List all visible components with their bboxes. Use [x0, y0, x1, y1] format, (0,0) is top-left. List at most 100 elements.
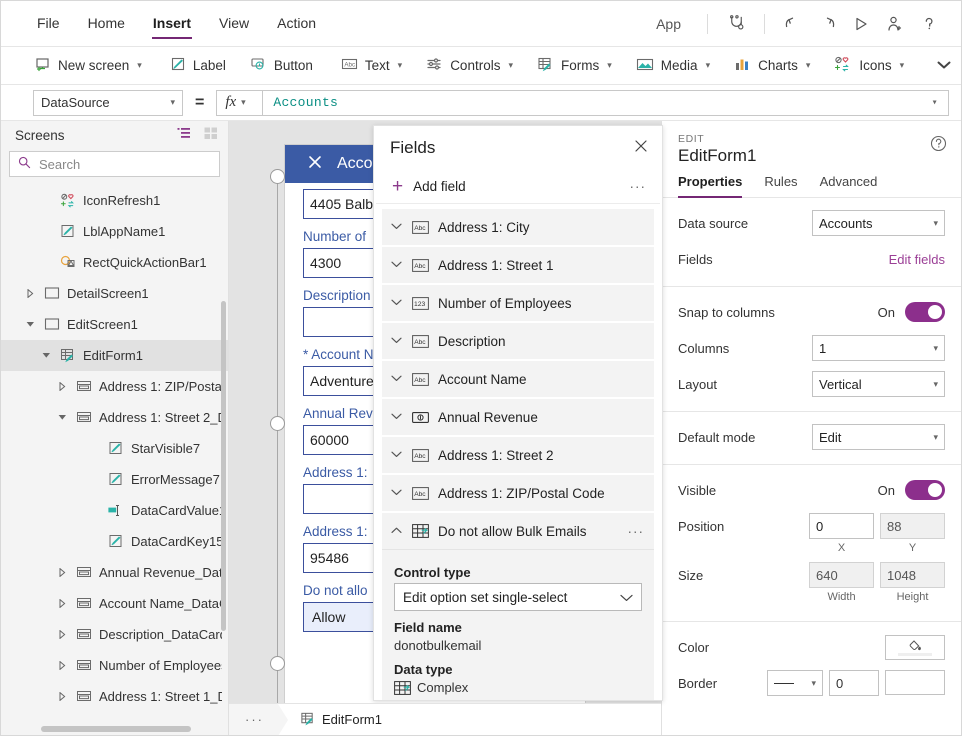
- chevron-down-icon[interactable]: [391, 336, 403, 347]
- chevron-right-icon[interactable]: [55, 568, 69, 577]
- close-icon[interactable]: [307, 154, 323, 175]
- label-button[interactable]: Label: [158, 52, 238, 80]
- forms-menu[interactable]: Forms ▾: [525, 52, 624, 80]
- field-overflow-menu-icon[interactable]: ···: [628, 524, 645, 539]
- media-menu[interactable]: Media ▾: [624, 52, 722, 80]
- menu-item-view[interactable]: View: [207, 9, 261, 39]
- share-user-icon[interactable]: [879, 9, 911, 39]
- chevron-down-icon[interactable]: [39, 352, 53, 359]
- text-menu[interactable]: Abc Text ▾: [329, 52, 414, 80]
- search-input[interactable]: Search: [9, 151, 220, 177]
- tree-node[interactable]: EditForm1: [1, 340, 228, 371]
- field-row[interactable]: Abc Address 1: City: [382, 209, 654, 245]
- columns-select[interactable]: 1 ▾: [812, 335, 945, 361]
- data-source-select[interactable]: Accounts ▾: [812, 210, 945, 236]
- charts-menu[interactable]: Charts ▾: [722, 52, 822, 80]
- overflow-menu-icon[interactable]: ···: [630, 179, 647, 194]
- chevron-down-icon[interactable]: [391, 374, 403, 385]
- tree-node[interactable]: Annual Revenue_DataCard2: [1, 557, 228, 588]
- menu-item-home[interactable]: Home: [76, 9, 137, 39]
- chevron-right-icon[interactable]: [55, 630, 69, 639]
- field-row[interactable]: Abc Address 1: Street 2: [382, 437, 654, 473]
- breadcrumb-overflow-button[interactable]: ···: [229, 703, 288, 735]
- field-row[interactable]: Abc Address 1: Street 1: [382, 247, 654, 283]
- chevron-down-icon[interactable]: [23, 321, 37, 328]
- snap-to-columns-toggle[interactable]: [905, 302, 945, 322]
- edit-fields-link[interactable]: Edit fields: [889, 252, 945, 267]
- tree-node[interactable]: Address 1: City_DataCard2: [1, 712, 228, 721]
- controls-menu[interactable]: Controls ▾: [414, 52, 525, 80]
- field-row[interactable]: Abc Address 1: ZIP/Postal Code: [382, 475, 654, 511]
- tree-node[interactable]: RectQuickActionBar1: [1, 247, 228, 278]
- chevron-down-icon[interactable]: [391, 450, 403, 461]
- tree-node[interactable]: Description_DataCard2: [1, 619, 228, 650]
- control-type-select[interactable]: Edit option set single-select: [394, 583, 642, 611]
- add-field-button[interactable]: + Add field ···: [376, 170, 660, 204]
- size-height-input[interactable]: 1048: [880, 562, 945, 588]
- visible-toggle[interactable]: [905, 480, 945, 500]
- border-width-input[interactable]: 0: [829, 670, 879, 696]
- chevron-down-icon[interactable]: [391, 412, 403, 423]
- menu-item-action[interactable]: Action: [265, 9, 328, 39]
- tree-node[interactable]: IconRefresh1: [1, 185, 228, 216]
- tree-node[interactable]: Address 1: ZIP/Postal Code_: [1, 371, 228, 402]
- tab-rules[interactable]: Rules: [764, 174, 797, 197]
- resize-handle-top[interactable]: [270, 169, 285, 184]
- tree-node-list[interactable]: IconRefresh1 LblAppName1 RectQuickActionBa…: [1, 185, 228, 721]
- tab-properties[interactable]: Properties: [678, 174, 743, 198]
- fx-button[interactable]: fx ▾: [216, 89, 263, 116]
- close-icon[interactable]: [634, 139, 648, 157]
- color-picker-button[interactable]: [885, 634, 945, 660]
- chevron-up-icon[interactable]: [391, 526, 403, 537]
- tree-horizontal-scrollbar[interactable]: [41, 726, 191, 732]
- resize-handle-middle[interactable]: [270, 416, 285, 431]
- chevron-down-icon[interactable]: [391, 222, 403, 233]
- size-width-input[interactable]: 640: [809, 562, 874, 588]
- chevron-down-icon[interactable]: [55, 414, 69, 421]
- tree-node[interactable]: Number of Employees_Data: [1, 650, 228, 681]
- resize-handle-bottom[interactable]: [270, 656, 285, 671]
- help-icon[interactable]: [913, 9, 945, 39]
- help-circle-icon[interactable]: [930, 135, 947, 155]
- new-screen-button[interactable]: New screen ▾: [23, 52, 154, 80]
- tree-node[interactable]: DetailScreen1: [1, 278, 228, 309]
- chevron-down-icon[interactable]: [391, 298, 403, 309]
- tree-node[interactable]: StarVisible7: [1, 433, 228, 464]
- chevron-down-icon[interactable]: [391, 488, 403, 499]
- tree-node[interactable]: Address 1: Street 2_DataCar: [1, 402, 228, 433]
- chevron-right-icon[interactable]: [55, 661, 69, 670]
- tab-advanced[interactable]: Advanced: [820, 174, 878, 197]
- chevron-down-icon[interactable]: [391, 260, 403, 271]
- tree-node[interactable]: Account Name_DataCard2: [1, 588, 228, 619]
- app-checker-icon[interactable]: [720, 9, 752, 39]
- breadcrumb-item-editform1[interactable]: EditForm1: [278, 711, 394, 729]
- field-row[interactable]: Abc Description: [382, 323, 654, 359]
- tree-node[interactable]: DataCardKey15: [1, 526, 228, 557]
- thumbnail-view-icon[interactable]: [204, 127, 218, 143]
- property-select[interactable]: DataSource ▾: [33, 89, 183, 116]
- chevron-right-icon[interactable]: [55, 599, 69, 608]
- chevron-right-icon[interactable]: [55, 382, 69, 391]
- field-row-header[interactable]: Do not allow Bulk Emails ···: [382, 513, 654, 549]
- menu-item-file[interactable]: File: [25, 9, 72, 39]
- border-color-button[interactable]: [885, 670, 945, 695]
- tree-node[interactable]: EditScreen1: [1, 309, 228, 340]
- field-row[interactable]: Abc Account Name: [382, 361, 654, 397]
- play-preview-icon[interactable]: [845, 9, 877, 39]
- field-row[interactable]: 123 Number of Employees: [382, 285, 654, 321]
- default-mode-select[interactable]: Edit ▾: [812, 424, 945, 450]
- icons-menu[interactable]: Icons ▾: [822, 52, 916, 80]
- formula-input[interactable]: Accounts ▾: [262, 89, 949, 116]
- tree-node[interactable]: LblAppName1: [1, 216, 228, 247]
- border-style-select[interactable]: ▾: [767, 670, 823, 696]
- chevron-down-icon[interactable]: ▾: [932, 97, 938, 109]
- menu-item-insert[interactable]: Insert: [141, 9, 203, 39]
- tree-node[interactable]: DataCardValue15: [1, 495, 228, 526]
- ribbon-overflow-button[interactable]: [922, 58, 961, 73]
- position-y-input[interactable]: 88: [880, 513, 945, 539]
- tree-node[interactable]: Address 1: Street 1_DataCar: [1, 681, 228, 712]
- button-button[interactable]: Button: [238, 52, 325, 80]
- field-row[interactable]: Annual Revenue: [382, 399, 654, 435]
- undo-icon[interactable]: [777, 9, 809, 39]
- redo-icon[interactable]: [811, 9, 843, 39]
